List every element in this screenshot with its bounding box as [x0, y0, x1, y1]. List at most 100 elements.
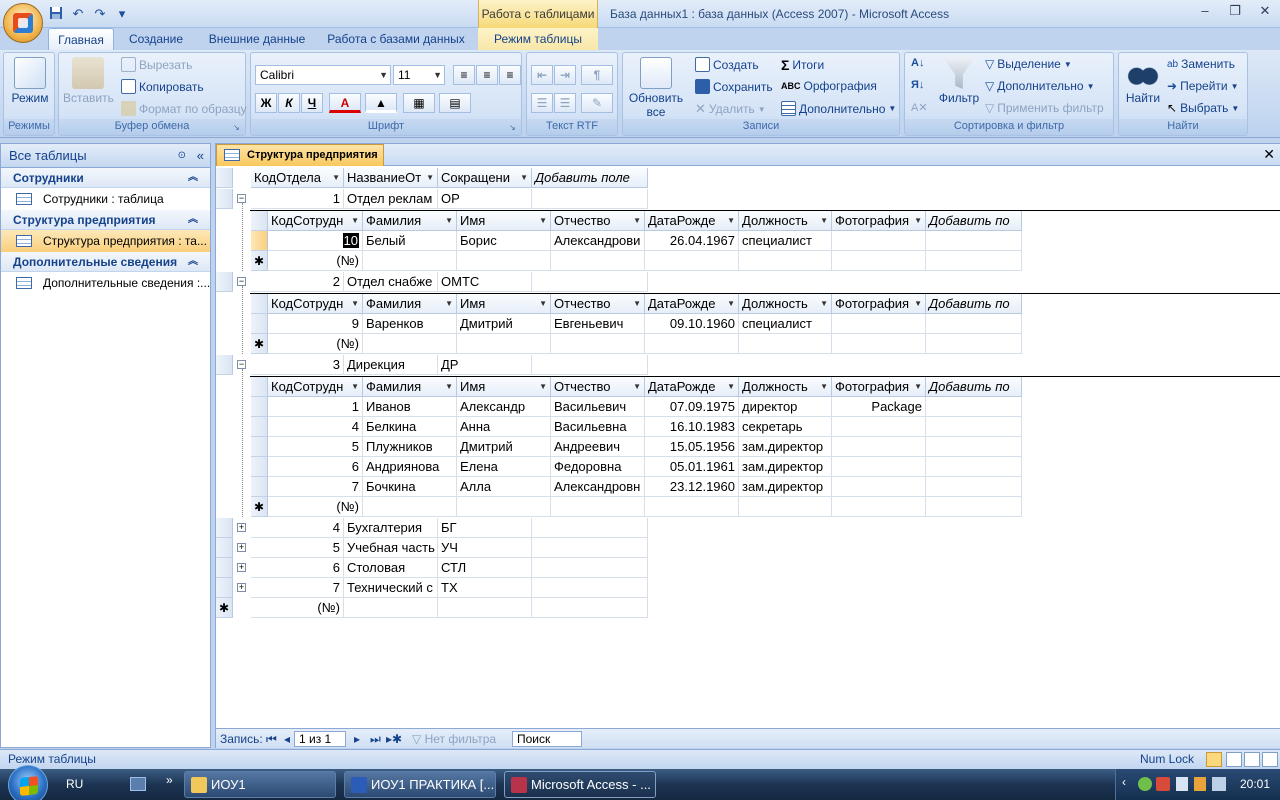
new-record-cell[interactable]: [739, 251, 832, 271]
subdatasheet-cell[interactable]: 26.04.1967: [645, 231, 739, 251]
filter-button[interactable]: Фильтр: [937, 57, 981, 105]
nav-group-header[interactable]: Дополнительные сведения ︽: [1, 252, 210, 272]
table-cell[interactable]: Бухгалтерия: [344, 518, 438, 538]
subdatasheet-cell[interactable]: 9: [268, 314, 363, 334]
subdatasheet-cell[interactable]: Александровн: [551, 477, 645, 497]
row-selector[interactable]: [216, 518, 233, 538]
new-record-cell[interactable]: [645, 334, 739, 354]
font-size-select[interactable]: 11 ▼: [393, 65, 445, 85]
subdatasheet-cell[interactable]: Дмитрий: [457, 314, 551, 334]
column-filter-arrow-icon[interactable]: ▼: [445, 294, 453, 313]
nav-item-table[interactable]: Дополнительные сведения :...: [1, 272, 210, 294]
column-filter-arrow-icon[interactable]: ▼: [539, 294, 547, 313]
new-record-cell[interactable]: [645, 497, 739, 517]
subdatasheet-column-header[interactable]: Фотография ▼: [832, 377, 926, 397]
volume-icon[interactable]: [1176, 777, 1188, 791]
column-header[interactable]: НазваниеОт ▼: [344, 168, 438, 188]
subdatasheet-cell[interactable]: [832, 457, 926, 477]
document-tab[interactable]: Структура предприятия: [216, 144, 384, 166]
highlight-button[interactable]: ✎: [581, 93, 613, 113]
battery-icon[interactable]: [1212, 777, 1226, 791]
table-cell[interactable]: 2: [251, 272, 344, 292]
expand-row-icon[interactable]: +: [237, 563, 246, 572]
column-filter-arrow-icon[interactable]: ▼: [914, 294, 922, 313]
subdatasheet-cell[interactable]: Евгеньевич: [551, 314, 645, 334]
rtl-button[interactable]: ¶: [581, 65, 613, 85]
new-record-selector[interactable]: ✱: [251, 334, 268, 354]
new-record-selector[interactable]: ✱: [251, 251, 268, 271]
font-color-button[interactable]: A: [329, 93, 361, 113]
subdatasheet-cell[interactable]: [832, 314, 926, 334]
new-record-cell[interactable]: (№): [268, 497, 363, 517]
subdatasheet-column-header[interactable]: ДатаРожде ▼: [645, 377, 739, 397]
subdatasheet-cell[interactable]: Белкина: [363, 417, 457, 437]
subdatasheet-select-all[interactable]: [251, 294, 268, 314]
column-filter-arrow-icon[interactable]: ▼: [351, 294, 359, 313]
office-button[interactable]: [3, 3, 43, 43]
table-cell[interactable]: ОМТС: [438, 272, 532, 292]
new-record-cell[interactable]: [832, 334, 926, 354]
subdatasheet-cell[interactable]: зам.директор: [739, 437, 832, 457]
subdatasheet-column-header[interactable]: Фамилия ▼: [363, 294, 457, 314]
design-view-icon[interactable]: [1262, 752, 1278, 767]
new-record-cell[interactable]: [438, 598, 532, 618]
new-record-cell[interactable]: [457, 334, 551, 354]
new-record-cell[interactable]: [344, 598, 438, 618]
start-button[interactable]: [8, 765, 48, 800]
table-cell[interactable]: [532, 189, 648, 209]
goto-button[interactable]: ➜ Перейти ▼: [1167, 79, 1239, 93]
table-cell[interactable]: 3: [251, 355, 344, 375]
last-record-button[interactable]: ⏭: [370, 731, 381, 747]
subdatasheet-cell[interactable]: 09.10.1960: [645, 314, 739, 334]
subdatasheet-cell[interactable]: Плужников: [363, 437, 457, 457]
column-filter-arrow-icon[interactable]: ▼: [539, 211, 547, 230]
column-filter-arrow-icon[interactable]: ▼: [426, 168, 434, 187]
table-cell[interactable]: УЧ: [438, 538, 532, 558]
subdatasheet-row-selector[interactable]: [251, 314, 268, 334]
numbering-button[interactable]: ☰: [531, 93, 553, 113]
subdatasheet-cell[interactable]: 23.12.1960: [645, 477, 739, 497]
format-painter-button[interactable]: Формат по образцу: [121, 101, 247, 116]
underline-button[interactable]: Ч: [301, 93, 323, 113]
column-filter-arrow-icon[interactable]: ▼: [820, 294, 828, 313]
nav-group-header[interactable]: Структура предприятия ︽: [1, 210, 210, 230]
table-cell[interactable]: [532, 355, 648, 375]
subdatasheet-column-header[interactable]: Фамилия ▼: [363, 211, 457, 231]
restore-button[interactable]: ❐: [1220, 0, 1250, 22]
subdatasheet-cell[interactable]: Елена: [457, 457, 551, 477]
subdatasheet-cell[interactable]: [926, 477, 1022, 497]
subdatasheet-cell[interactable]: 7: [268, 477, 363, 497]
subdatasheet-row-selector[interactable]: [251, 231, 268, 251]
subdatasheet-cell[interactable]: 4: [268, 417, 363, 437]
show-desktop-icon[interactable]: [130, 777, 146, 791]
subdatasheet-column-header[interactable]: Отчество ▼: [551, 211, 645, 231]
column-header[interactable]: Сокращени ▼: [438, 168, 532, 188]
table-cell[interactable]: Отдел снабже: [344, 272, 438, 292]
taskbar-item-folder[interactable]: ИОУ1: [184, 771, 336, 798]
minimize-button[interactable]: –: [1190, 0, 1220, 22]
subdatasheet-cell[interactable]: Андреевич: [551, 437, 645, 457]
subdatasheet-cell[interactable]: Анна: [457, 417, 551, 437]
cut-button[interactable]: Вырезать: [121, 57, 192, 72]
table-cell[interactable]: Учебная часть: [344, 538, 438, 558]
subdatasheet-cell[interactable]: 15.05.1956: [645, 437, 739, 457]
subdatasheet-cell[interactable]: [926, 397, 1022, 417]
customize-qat-icon[interactable]: ▾: [114, 6, 130, 22]
new-record-cell[interactable]: [739, 334, 832, 354]
table-cell[interactable]: [532, 578, 648, 598]
action-center-icon[interactable]: [1194, 777, 1206, 791]
language-indicator[interactable]: RU: [66, 777, 83, 791]
subdatasheet-cell[interactable]: 05.01.1961: [645, 457, 739, 477]
subdatasheet-cell[interactable]: Package: [832, 397, 926, 417]
column-filter-arrow-icon[interactable]: ▼: [332, 168, 340, 187]
column-filter-arrow-icon[interactable]: ▼: [914, 377, 922, 396]
new-record-cell[interactable]: [832, 251, 926, 271]
tab-external-data[interactable]: Внешние данные: [202, 28, 312, 50]
close-document-icon[interactable]: ✕: [1263, 146, 1275, 163]
table-cell[interactable]: ТХ: [438, 578, 532, 598]
new-record-button[interactable]: ▸✱: [386, 731, 402, 747]
subdatasheet-row-selector[interactable]: [251, 477, 268, 497]
subdatasheet-cell[interactable]: 5: [268, 437, 363, 457]
sort-asc-button[interactable]: A↓: [911, 57, 924, 69]
subdatasheet-cell[interactable]: Бочкина: [363, 477, 457, 497]
